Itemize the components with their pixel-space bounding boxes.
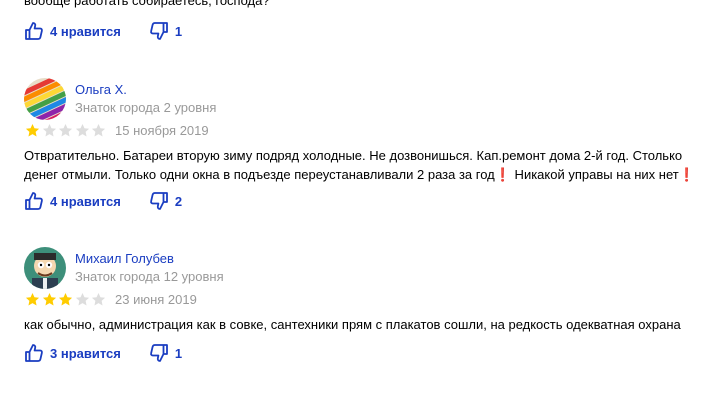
star-empty-icon	[91, 292, 106, 306]
star-filled-icon	[58, 292, 73, 306]
review-card: Ольга Х. Знаток города 2 уровня 15 ноябр…	[24, 78, 695, 188]
like-button[interactable]: 4 нравится	[24, 191, 121, 211]
star-filled-icon	[25, 292, 40, 306]
dislike-count: 2	[174, 193, 183, 209]
avatar[interactable]	[24, 78, 66, 120]
author-level: Знаток города 2 уровня	[75, 100, 217, 115]
author-level: Знаток города 12 уровня	[75, 269, 224, 284]
like-button[interactable]: 3 нравится	[24, 343, 121, 363]
thumbs-down-icon	[150, 22, 168, 40]
star-empty-icon	[75, 292, 89, 306]
star-filled-icon	[42, 292, 56, 306]
review-card: Михаил Голубев Знаток города 12 уровня 2…	[24, 247, 694, 337]
review-text: как обычно, администрация как в совке, с…	[24, 317, 681, 332]
thumbs-up-icon	[25, 344, 43, 362]
author-name[interactable]: Ольга Х.	[75, 82, 127, 97]
dislike-button[interactable]: 1	[149, 343, 182, 363]
thumbs-down-icon	[150, 344, 168, 362]
colored-pencils-avatar-image	[24, 78, 66, 120]
avatar[interactable]	[24, 247, 66, 289]
previous-review-actions: 4 нравится 1	[24, 20, 182, 42]
like-count: 4 нравится	[50, 193, 121, 209]
thumbs-down-icon	[150, 192, 168, 210]
dislike-button[interactable]: 1	[149, 21, 182, 41]
review-text: Отвратительно. Батареи вторую зиму подря…	[24, 148, 695, 182]
dislike-count: 1	[174, 345, 183, 361]
thumbs-up-icon	[25, 22, 43, 40]
author-name[interactable]: Михаил Голубев	[75, 251, 174, 266]
star-empty-icon	[91, 123, 106, 137]
star-empty-icon	[58, 123, 73, 137]
review-actions: 4 нравится 2	[24, 190, 182, 212]
dislike-count: 1	[174, 23, 183, 39]
dislike-button[interactable]: 2	[149, 191, 182, 211]
previous-review-text: вообще работать собираетесь, господа?	[24, 0, 270, 8]
review-actions: 3 нравится 1	[24, 342, 182, 364]
star-empty-icon	[42, 123, 56, 137]
thumbs-up-icon	[25, 192, 43, 210]
star-empty-icon	[75, 123, 89, 137]
rating-stars	[24, 292, 107, 307]
review-date: 23 июня 2019	[115, 292, 197, 307]
like-count: 3 нравится	[50, 345, 121, 361]
review-date: 15 ноября 2019	[115, 123, 209, 138]
like-count: 4 нравится	[50, 23, 121, 39]
cartoon-character-avatar-image	[24, 247, 66, 289]
star-filled-icon	[25, 123, 40, 137]
like-button[interactable]: 4 нравится	[24, 21, 121, 41]
rating-stars	[24, 123, 107, 138]
